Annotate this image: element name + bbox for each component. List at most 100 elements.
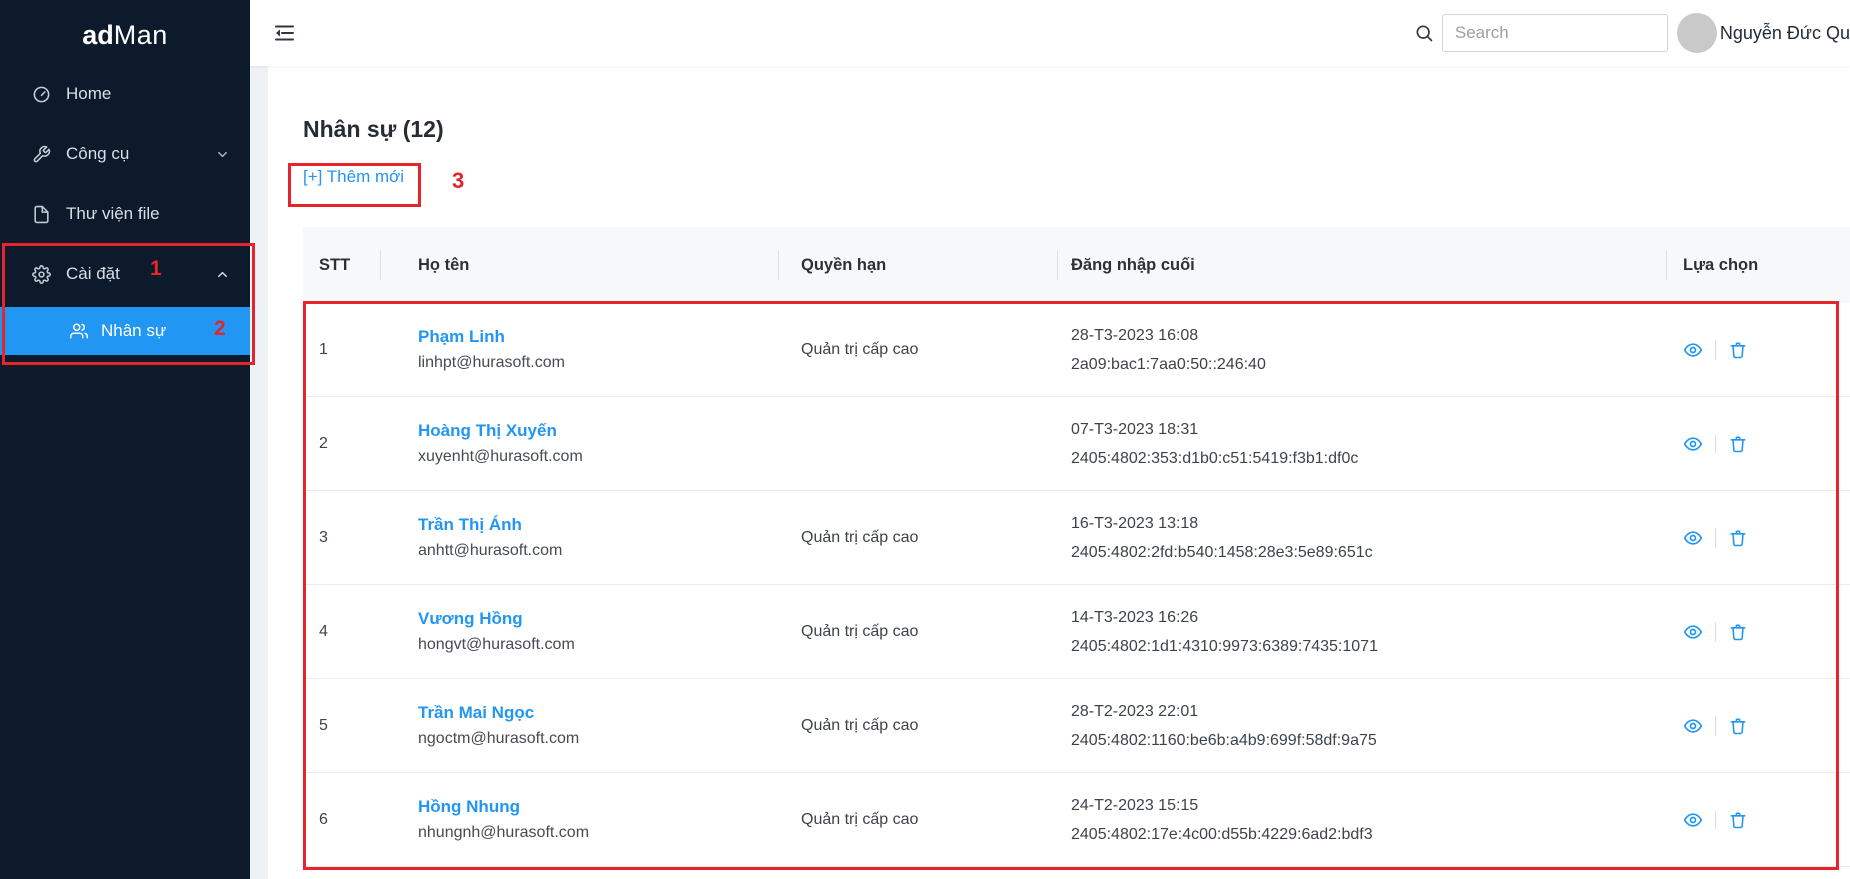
trash-icon[interactable] <box>1728 716 1748 736</box>
sidebar-item-file-library[interactable]: Thư viện file <box>0 184 250 244</box>
wrench-icon <box>32 145 51 164</box>
table-row: 3 Trần Thị Ánh anhtt@hurasoft.com Quản t… <box>303 491 1850 585</box>
last-login-cell: 07-T3-2023 18:31 2405:4802:353:d1b0:c51:… <box>1057 415 1666 473</box>
trash-icon[interactable] <box>1728 434 1748 454</box>
person-cell: Trần Thị Ánh anhtt@hurasoft.com <box>380 515 778 560</box>
row-actions <box>1666 810 1850 830</box>
sidebar-item-label: Công cụ <box>66 144 129 164</box>
sidebar-item-tools[interactable]: Công cụ <box>0 124 250 184</box>
row-actions <box>1666 622 1850 642</box>
table-row: 2 Hoàng Thị Xuyến xuyenht@hurasoft.com 0… <box>303 397 1850 491</box>
sidebar-toggle-icon[interactable] <box>272 21 296 45</box>
sidebar-item-label: Cài đặt <box>66 264 120 284</box>
last-login-ip: 2a09:bac1:7aa0:50::246:40 <box>1071 350 1666 379</box>
action-divider <box>1715 810 1716 830</box>
person-name-link[interactable]: Vương Hồng <box>418 609 778 629</box>
person-role: Quản trị cấp cao <box>778 341 1057 359</box>
eye-icon[interactable] <box>1683 716 1703 736</box>
table-body: 1 Phạm Linh linhpt@hurasoft.com Quản trị… <box>303 303 1850 867</box>
sidebar-item-settings[interactable]: Cài đặt <box>0 244 250 304</box>
eye-icon[interactable] <box>1683 622 1703 642</box>
users-icon <box>70 322 88 340</box>
user-name[interactable]: Nguyễn Đức Qu <box>1720 23 1850 44</box>
person-email: xuyenht@hurasoft.com <box>418 448 778 466</box>
last-login-date: 28-T3-2023 16:08 <box>1071 321 1666 350</box>
last-login-cell: 28-T3-2023 16:08 2a09:bac1:7aa0:50::246:… <box>1057 321 1666 379</box>
logo-light-part: Man <box>114 20 168 51</box>
last-login-ip: 2405:4802:353:d1b0:c51:5419:f3b1:df0c <box>1071 444 1666 473</box>
person-name-link[interactable]: Trần Thị Ánh <box>418 515 778 535</box>
last-login-ip: 2405:4802:2fd:b540:1458:28e3:5e89:651c <box>1071 538 1666 567</box>
chevron-up-icon <box>215 267 230 282</box>
person-email: linhpt@hurasoft.com <box>418 354 778 372</box>
last-login-cell: 16-T3-2023 13:18 2405:4802:2fd:b540:1458… <box>1057 509 1666 567</box>
person-role: Quản trị cấp cao <box>778 529 1057 547</box>
person-name-link[interactable]: Hoàng Thị Xuyến <box>418 421 778 441</box>
logo-bold-part: ad <box>82 20 114 51</box>
eye-icon[interactable] <box>1683 528 1703 548</box>
speedometer-icon <box>32 85 51 104</box>
person-name-link[interactable]: Trần Mai Ngọc <box>418 703 778 723</box>
top-header: Nguyễn Đức Qu <box>250 0 1850 66</box>
add-new-link[interactable]: [+] Thêm mới <box>303 167 404 187</box>
row-index: 4 <box>303 623 380 641</box>
person-name-link[interactable]: Phạm Linh <box>418 327 778 347</box>
person-cell: Vương Hồng hongvt@hurasoft.com <box>380 609 778 654</box>
row-index: 3 <box>303 529 380 547</box>
column-header-role: Quyền hạn <box>778 227 1057 303</box>
eye-icon[interactable] <box>1683 434 1703 454</box>
column-header-actions: Lựa chọn <box>1666 227 1850 303</box>
sidebar-item-personnel-active[interactable]: Nhân sự <box>0 307 250 355</box>
person-cell: Trần Mai Ngọc ngoctm@hurasoft.com <box>380 703 778 748</box>
action-divider <box>1715 528 1716 548</box>
row-actions <box>1666 340 1850 360</box>
column-header-name: Họ tên <box>380 227 778 303</box>
last-login-date: 16-T3-2023 13:18 <box>1071 509 1666 538</box>
table-row: 6 Hồng Nhung nhungnh@hurasoft.com Quản t… <box>303 773 1850 867</box>
last-login-ip: 2405:4802:1160:be6b:a4b9:699f:58df:9a75 <box>1071 726 1666 755</box>
sidebar-subitem-label: Nhân sự <box>101 321 166 341</box>
row-index: 1 <box>303 341 380 359</box>
trash-icon[interactable] <box>1728 622 1748 642</box>
sidebar: adMan Home Công cụ Thư viện file <box>0 0 250 879</box>
person-role: Quản trị cấp cao <box>778 717 1057 735</box>
row-index: 2 <box>303 435 380 453</box>
gear-icon <box>32 265 51 284</box>
row-actions <box>1666 528 1850 548</box>
table-row: 1 Phạm Linh linhpt@hurasoft.com Quản trị… <box>303 303 1850 397</box>
last-login-date: 07-T3-2023 18:31 <box>1071 415 1666 444</box>
action-divider <box>1715 340 1716 360</box>
header-right-group: Nguyễn Đức Qu <box>1414 13 1850 53</box>
table-row: 5 Trần Mai Ngọc ngoctm@hurasoft.com Quản… <box>303 679 1850 773</box>
row-index: 5 <box>303 717 380 735</box>
column-header-last-login: Đăng nhập cuối <box>1057 227 1666 303</box>
last-login-date: 28-T2-2023 22:01 <box>1071 697 1666 726</box>
sidebar-item-label: Home <box>66 84 111 104</box>
row-actions <box>1666 434 1850 454</box>
search-icon[interactable] <box>1414 23 1434 43</box>
last-login-date: 14-T3-2023 16:26 <box>1071 603 1666 632</box>
table-header-row: STT Họ tên Quyền hạn Đăng nhập cuối Lựa … <box>303 227 1850 303</box>
last-login-date: 24-T2-2023 15:15 <box>1071 791 1666 820</box>
person-email: hongvt@hurasoft.com <box>418 636 778 654</box>
trash-icon[interactable] <box>1728 528 1748 548</box>
content-area: Nhân sự (12) [+] Thêm mới STT Họ tên Quy… <box>250 66 1850 879</box>
action-divider <box>1715 622 1716 642</box>
avatar[interactable] <box>1677 13 1717 53</box>
table-row: 4 Vương Hồng hongvt@hurasoft.com Quản tr… <box>303 585 1850 679</box>
last-login-ip: 2405:4802:17e:4c00:d55b:4229:6ad2:bdf3 <box>1071 820 1666 849</box>
person-name-link[interactable]: Hồng Nhung <box>418 797 778 817</box>
person-cell: Hoàng Thị Xuyến xuyenht@hurasoft.com <box>380 421 778 466</box>
person-cell: Hồng Nhung nhungnh@hurasoft.com <box>380 797 778 842</box>
trash-icon[interactable] <box>1728 340 1748 360</box>
eye-icon[interactable] <box>1683 340 1703 360</box>
last-login-cell: 28-T2-2023 22:01 2405:4802:1160:be6b:a4b… <box>1057 697 1666 755</box>
person-email: anhtt@hurasoft.com <box>418 542 778 560</box>
eye-icon[interactable] <box>1683 810 1703 830</box>
row-index: 6 <box>303 811 380 829</box>
sidebar-item-home[interactable]: Home <box>0 64 250 124</box>
trash-icon[interactable] <box>1728 810 1748 830</box>
search-input[interactable] <box>1442 14 1668 52</box>
row-actions <box>1666 716 1850 736</box>
file-icon <box>32 205 51 224</box>
